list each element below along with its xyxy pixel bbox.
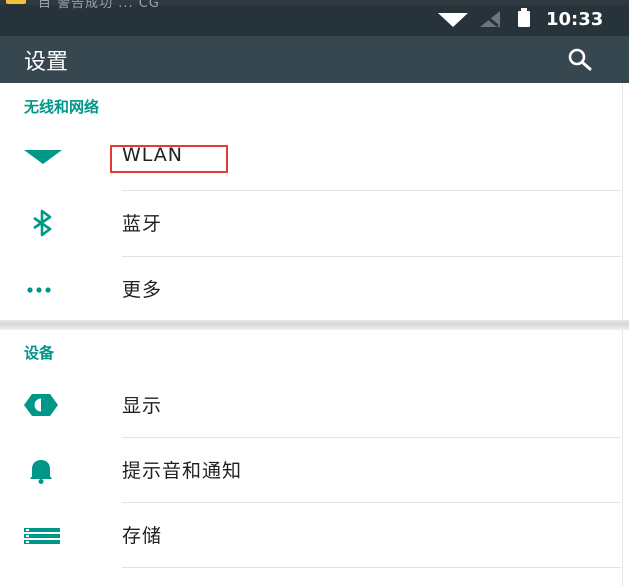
- cell-signal-icon: [480, 11, 500, 27]
- divider: [122, 567, 621, 568]
- brightness-icon: [24, 394, 58, 416]
- settings-item-label: 显示: [122, 395, 163, 417]
- app-toolbar: 设置: [0, 36, 629, 83]
- notification-strip: 目 警告成功 ... CG: [0, 0, 629, 11]
- settings-item-label: 更多: [122, 279, 163, 301]
- page-title: 设置: [24, 50, 69, 75]
- search-icon: [568, 48, 592, 71]
- settings-item-bluetooth[interactable]: 蓝牙: [0, 191, 629, 256]
- wifi-signal-icon: [438, 13, 468, 27]
- storage-icon: [24, 528, 60, 544]
- clock: 10:33: [546, 9, 604, 30]
- more-icon: [27, 287, 51, 293]
- notification-text: 目 警告成功 ... CG: [38, 0, 160, 11]
- section-header-device: 设备: [24, 344, 55, 362]
- app-notification-icon: [6, 0, 26, 4]
- settings-item-label: 蓝牙: [122, 213, 163, 235]
- settings-item-label: 提示音和通知: [122, 460, 243, 482]
- settings-item-storage[interactable]: 存储: [0, 503, 629, 568]
- settings-item-display[interactable]: 显示: [0, 373, 629, 438]
- settings-item-sound-notification[interactable]: 提示音和通知: [0, 438, 629, 503]
- highlight-box: [110, 145, 228, 173]
- settings-item-more[interactable]: 更多: [0, 257, 629, 322]
- settings-item-wlan[interactable]: WLAN: [0, 126, 629, 191]
- bell-icon: [30, 460, 52, 484]
- battery-icon: [518, 8, 530, 27]
- search-button[interactable]: [563, 44, 597, 74]
- bluetooth-icon: [33, 209, 52, 237]
- settings-item-label: 存储: [122, 525, 163, 547]
- section-separator: [0, 320, 629, 330]
- section-header-wireless: 无线和网络: [24, 98, 100, 116]
- status-bar: 目 警告成功 ... CG 10:33: [0, 0, 629, 36]
- wifi-icon: [24, 150, 62, 164]
